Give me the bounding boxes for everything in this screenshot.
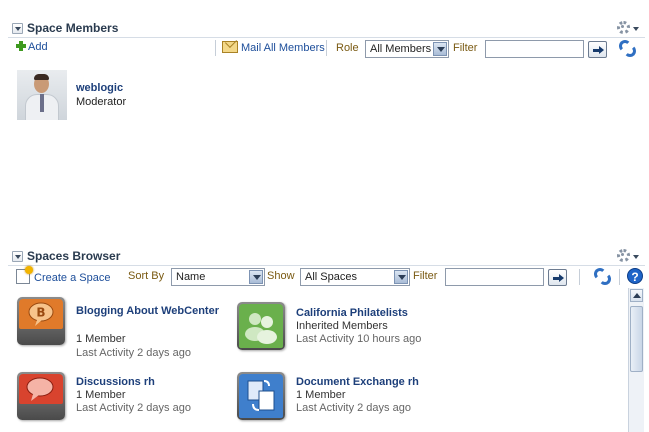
collapse-spaces-browser-button[interactable] [12, 251, 23, 262]
space-member-count: 1 Member [76, 389, 126, 401]
refresh-spaces-button[interactable] [594, 268, 612, 286]
sort-by-label: Sort By [128, 270, 165, 282]
space-last-activity: Last Activity 2 days ago [76, 347, 191, 359]
space-members-title: Space Members [27, 21, 119, 35]
space-title-link[interactable]: Blogging About WebCenter [76, 305, 226, 318]
chevron-down-icon [394, 270, 408, 284]
space-item[interactable]: Discussions rh 1 Member Last Activity 2 … [17, 372, 222, 432]
space-member-count: 1 Member [76, 333, 126, 345]
member-filter-go-button[interactable] [588, 41, 607, 58]
gear-icon [617, 21, 630, 34]
toolbar-divider [326, 40, 327, 56]
spaces-browser-title: Spaces Browser [27, 249, 121, 263]
spaces-browser-header: Spaces Browser [8, 246, 645, 266]
space-members-header: Space Members [8, 18, 645, 38]
show-select[interactable]: All Spaces [300, 268, 410, 286]
spaces-filter-label: Filter [413, 270, 438, 282]
space-icon-color [239, 374, 283, 418]
mail-icon [222, 41, 238, 53]
gear-icon [617, 249, 630, 262]
svg-text:B: B [36, 306, 45, 320]
space-title-link[interactable]: Discussions rh [76, 376, 226, 389]
avatar[interactable] [17, 70, 67, 120]
role-select-value: All Members [370, 43, 432, 55]
role-label: Role [336, 42, 359, 54]
refresh-members-button[interactable] [619, 40, 637, 58]
space-title-link[interactable]: Document Exchange rh [296, 376, 446, 389]
toolbar-divider [619, 269, 620, 285]
group-icon [237, 302, 285, 350]
help-icon[interactable]: ? [627, 268, 643, 284]
create-space-label: Create a Space [34, 272, 111, 284]
chevron-down-icon [249, 270, 263, 284]
space-member-count: Inherited Members [296, 320, 388, 332]
spaces-filter-go-button[interactable] [548, 269, 567, 286]
collapse-space-members-button[interactable] [12, 23, 23, 34]
spaces-browser-toolbar: Create a Space Sort By Name Show All Spa… [8, 266, 645, 288]
space-last-activity: Last Activity 10 hours ago [296, 333, 422, 345]
document-exchange-icon [237, 372, 285, 420]
space-item[interactable]: Document Exchange rh 1 Member Last Activ… [237, 372, 442, 432]
sort-by-select-value: Name [176, 271, 206, 283]
chevron-down-icon [633, 27, 639, 31]
member-filter-label: Filter [453, 42, 478, 54]
space-members-toolbar: Add Mail All Members Role All Members Fi… [8, 38, 645, 60]
space-icon-color [19, 374, 63, 404]
blog-icon: B [17, 297, 65, 345]
discussion-icon [17, 372, 65, 420]
mail-all-members-button[interactable]: Mail All Members [222, 41, 325, 54]
add-member-button[interactable]: Add [16, 41, 48, 53]
show-label: Show [267, 270, 295, 282]
space-icon-color [239, 304, 283, 348]
space-icon-color: B [19, 299, 63, 329]
space-title-link[interactable]: California Philatelists [296, 307, 446, 320]
role-select[interactable]: All Members [365, 40, 449, 58]
member-filter-input[interactable] [485, 40, 584, 58]
scroll-up-button[interactable] [630, 289, 643, 302]
create-space-button[interactable]: Create a Space [16, 266, 111, 284]
member-role: Moderator [76, 96, 127, 108]
spaces-browser-actions-menu[interactable] [617, 249, 639, 263]
new-page-icon [16, 266, 33, 284]
space-members-actions-menu[interactable] [617, 21, 639, 35]
toolbar-divider [579, 269, 580, 285]
chevron-down-icon [433, 42, 447, 56]
spaces-filter-input[interactable] [445, 268, 544, 286]
member-name-link[interactable]: weblogic [76, 82, 123, 94]
spaces-scrollbar[interactable] [628, 288, 644, 432]
space-last-activity: Last Activity 2 days ago [76, 402, 191, 414]
show-select-value: All Spaces [305, 271, 357, 283]
space-item[interactable]: California Philatelists Inherited Member… [237, 302, 442, 362]
add-icon [16, 41, 26, 51]
scroll-thumb[interactable] [630, 306, 643, 372]
sort-by-select[interactable]: Name [171, 268, 265, 286]
space-last-activity: Last Activity 2 days ago [296, 402, 411, 414]
chevron-down-icon [633, 255, 639, 259]
toolbar-divider [215, 40, 216, 56]
mail-all-members-label: Mail All Members [241, 42, 325, 54]
space-item[interactable]: B Blogging About WebCenter 1 Member Last… [17, 297, 222, 359]
spaces-grid: B Blogging About WebCenter 1 Member Last… [0, 288, 628, 432]
add-member-label: Add [28, 41, 48, 53]
space-member-count: 1 Member [296, 389, 346, 401]
